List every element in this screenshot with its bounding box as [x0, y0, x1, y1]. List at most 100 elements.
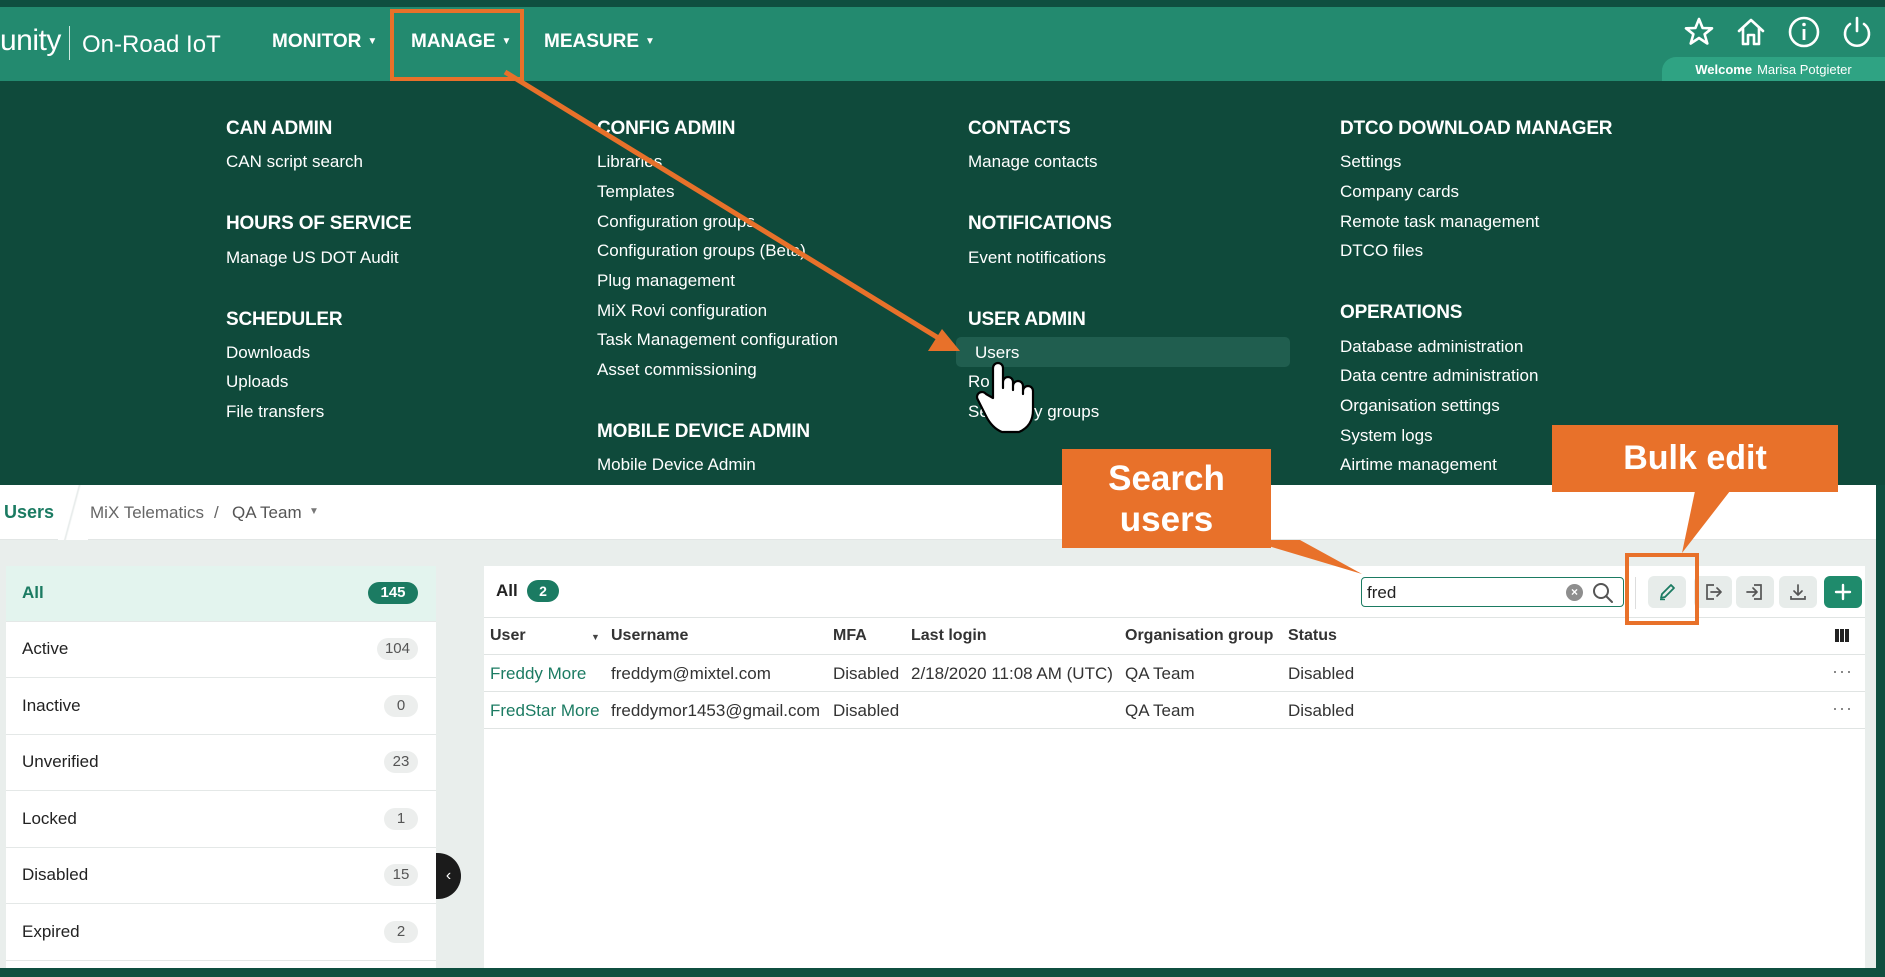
- section-scheduler: SCHEDULER: [226, 309, 343, 330]
- breadcrumb-group[interactable]: QA Team: [232, 503, 302, 523]
- menu-monitor-label: MONITOR: [272, 31, 362, 52]
- power-icon[interactable]: [1839, 14, 1875, 50]
- export-icon: [1706, 584, 1722, 600]
- count-badge: 104: [376, 638, 418, 660]
- column-header-organisation-group[interactable]: Organisation group: [1125, 627, 1273, 645]
- user-name-link[interactable]: FredStar More: [490, 701, 600, 721]
- download-button[interactable]: [1779, 576, 1817, 608]
- bulk-edit-highlight-box: [1625, 553, 1699, 625]
- column-header-mfa[interactable]: MFA: [833, 627, 867, 645]
- count-badge: 2: [384, 921, 418, 943]
- search-input[interactable]: [1367, 582, 1567, 604]
- column-header-username[interactable]: Username: [611, 627, 688, 645]
- menu-item-security-groups-end[interactable]: y groups: [1034, 402, 1099, 422]
- filter-inactive[interactable]: Inactive 0: [6, 679, 436, 735]
- manage-highlight-box: [390, 9, 524, 81]
- sort-down-icon[interactable]: ▼: [591, 632, 600, 642]
- org-group-cell: QA Team: [1125, 664, 1195, 683]
- menu-item-manage-contacts[interactable]: Manage contacts: [968, 152, 1097, 172]
- org-group-cell: QA Team: [1125, 701, 1195, 720]
- frame-border-bottom: [0, 968, 1885, 977]
- filter-locked[interactable]: Locked 1: [6, 792, 436, 848]
- menu-item-users[interactable]: Users: [975, 343, 1019, 363]
- bulk-edit-callout: Bulk edit: [1552, 425, 1838, 492]
- breadcrumb-organisation[interactable]: MiX Telematics: [90, 503, 204, 523]
- menu-item-roles[interactable]: Ro: [968, 372, 990, 392]
- section-user-admin: USER ADMIN: [968, 309, 1086, 330]
- menu-item-settings[interactable]: Settings: [1340, 152, 1401, 172]
- info-icon[interactable]: [1786, 14, 1822, 50]
- row-actions-icon[interactable]: ···: [1832, 661, 1853, 682]
- filter-disabled[interactable]: Disabled 15: [6, 848, 436, 904]
- count-badge: 0: [384, 695, 418, 717]
- mfa-cell: Disabled: [833, 664, 900, 683]
- menu-item-mobile-device-admin[interactable]: Mobile Device Admin: [597, 455, 756, 475]
- username-cell: freddym@mixtel.com: [611, 664, 771, 683]
- column-header-user[interactable]: User: [490, 627, 526, 645]
- menu-item-plug-management[interactable]: Plug management: [597, 271, 735, 291]
- menu-item-task-management-configuration[interactable]: Task Management configuration: [597, 330, 838, 350]
- menu-item-mix-rovi-configuration[interactable]: MiX Rovi configuration: [597, 301, 767, 321]
- unity-logo: unity: [0, 24, 61, 57]
- filter-all[interactable]: All 145: [6, 566, 436, 622]
- last-login-cell: 2/18/2020 11:08 AM (UTC): [911, 664, 1113, 683]
- add-user-button[interactable]: [1824, 576, 1862, 608]
- export-button[interactable]: [1694, 576, 1732, 608]
- column-header-status[interactable]: Status: [1288, 627, 1337, 645]
- plus-icon: [1834, 583, 1852, 601]
- menu-item-data-centre-administration[interactable]: Data centre administration: [1340, 366, 1538, 386]
- menu-item-manage-us-dot-audit[interactable]: Manage US DOT Audit: [226, 248, 399, 268]
- filter-label: Locked: [22, 809, 77, 828]
- menu-item-remote-task-management[interactable]: Remote task management: [1340, 212, 1539, 232]
- mfa-cell: Disabled: [833, 701, 900, 720]
- divider: [484, 728, 1865, 729]
- menu-item-dtco-files[interactable]: DTCO files: [1340, 241, 1423, 261]
- menu-item-configuration-groups[interactable]: Configuration groups: [597, 212, 755, 232]
- section-can-admin: CAN ADMIN: [226, 118, 333, 139]
- menu-measure[interactable]: MEASURE ▼: [544, 31, 655, 53]
- menu-item-airtime-management[interactable]: Airtime management: [1340, 455, 1497, 475]
- window-top-strip: [0, 0, 1885, 7]
- section-contacts: CONTACTS: [968, 118, 1071, 139]
- menu-item-organisation-settings[interactable]: Organisation settings: [1340, 396, 1500, 416]
- divider: [484, 691, 1865, 692]
- menu-item-file-transfers[interactable]: File transfers: [226, 402, 324, 422]
- filter-label: Inactive: [22, 696, 81, 715]
- column-header-last-login[interactable]: Last login: [911, 627, 987, 645]
- home-icon[interactable]: [1733, 14, 1769, 50]
- import-button[interactable]: [1736, 576, 1774, 608]
- chevron-left-icon: ‹: [445, 867, 452, 884]
- section-hours-of-service: HOURS OF SERVICE: [226, 213, 412, 234]
- menu-item-database-administration[interactable]: Database administration: [1340, 337, 1523, 357]
- search-icon[interactable]: [1590, 580, 1616, 604]
- menu-item-uploads[interactable]: Uploads: [226, 372, 288, 392]
- search-box: ×: [1361, 577, 1624, 607]
- breadcrumb-page-title[interactable]: Users: [4, 502, 54, 523]
- section-operations: OPERATIONS: [1340, 302, 1463, 323]
- filter-active[interactable]: Active 104: [6, 622, 436, 678]
- clear-search-icon[interactable]: ×: [1566, 584, 1583, 601]
- menu-item-downloads[interactable]: Downloads: [226, 343, 310, 363]
- menu-item-can-script-search[interactable]: CAN script search: [226, 152, 363, 172]
- menu-item-event-notifications[interactable]: Event notifications: [968, 248, 1106, 268]
- menu-item-security-groups-start[interactable]: Se: [968, 402, 989, 422]
- filter-unverified[interactable]: Unverified 23: [6, 735, 436, 791]
- menu-item-libraries[interactable]: Libraries: [597, 152, 662, 172]
- menu-item-company-cards[interactable]: Company cards: [1340, 182, 1459, 202]
- menu-item-asset-commissioning[interactable]: Asset commissioning: [597, 360, 757, 380]
- chevron-down-icon[interactable]: ▼: [309, 506, 319, 517]
- welcome-label: Welcome: [1695, 62, 1753, 77]
- user-name-link[interactable]: Freddy More: [490, 664, 586, 684]
- filter-expired[interactable]: Expired 2: [6, 905, 436, 961]
- star-icon[interactable]: [1681, 14, 1717, 50]
- row-actions-icon[interactable]: ···: [1832, 698, 1853, 719]
- filter-label: Expired: [22, 922, 80, 941]
- columns-icon[interactable]: [1835, 629, 1850, 642]
- section-notifications: NOTIFICATIONS: [968, 213, 1112, 234]
- menu-item-configuration-groups-beta[interactable]: Configuration groups (Beta): [597, 241, 806, 261]
- section-dtco-download-manager: DTCO DOWNLOAD MANAGER: [1340, 118, 1613, 139]
- menu-item-system-logs[interactable]: System logs: [1340, 426, 1433, 446]
- menu-monitor[interactable]: MONITOR ▼: [272, 31, 377, 53]
- download-icon: [1790, 584, 1806, 600]
- menu-item-templates[interactable]: Templates: [597, 182, 674, 202]
